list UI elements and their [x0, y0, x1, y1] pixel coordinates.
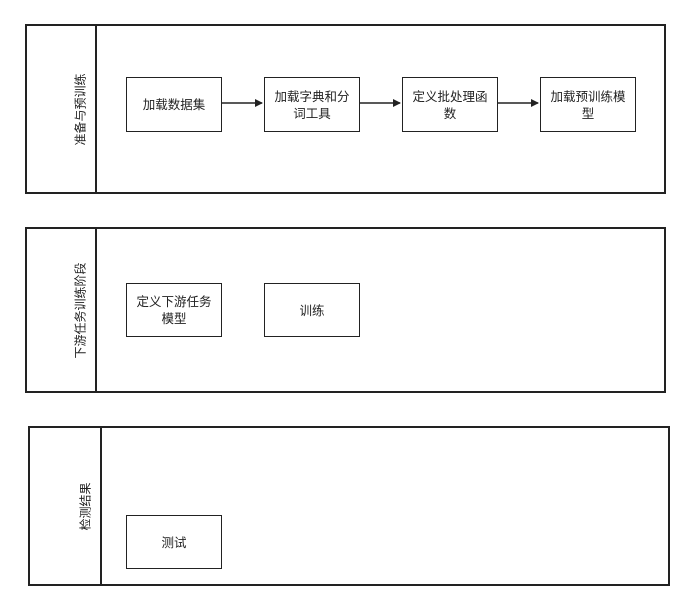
flow-arrows — [222, 99, 539, 107]
